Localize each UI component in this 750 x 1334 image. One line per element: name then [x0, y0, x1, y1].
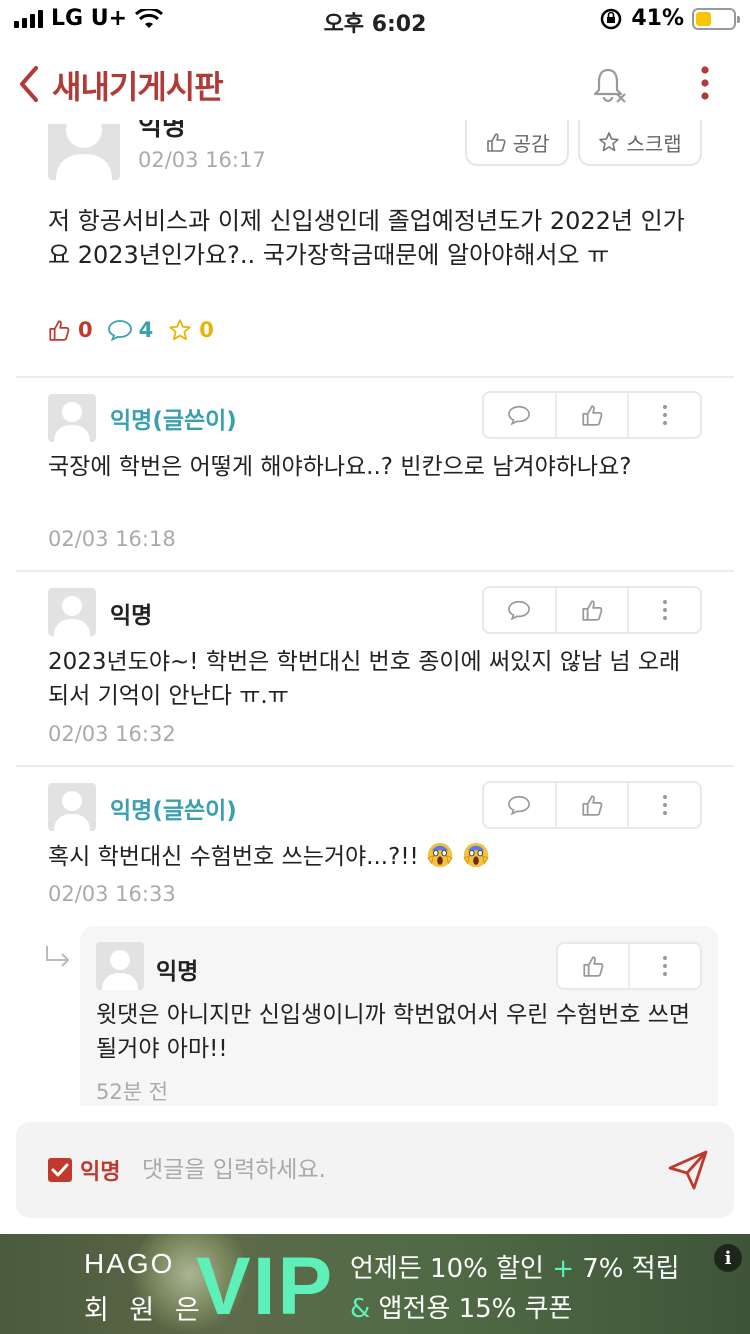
ad-banner[interactable]: HAGO 회 원 은 VIP 언제든 10% 할인 + 7% 적립 & 앱전용 … — [0, 1234, 750, 1334]
avatar — [48, 394, 96, 442]
post-body: 저 항공서비스과 이제 신입생인데 졸업예정년도가 2022년 인가요 2023… — [48, 207, 685, 269]
divider — [16, 376, 734, 378]
speech-bubble-icon — [508, 405, 531, 426]
rotation-lock-icon — [601, 8, 622, 29]
vertical-dots-icon — [662, 405, 667, 425]
thumbs-up-icon — [486, 133, 506, 152]
comment-author-name: 익명 — [110, 603, 153, 629]
comment-time: 02/03 16:33 — [48, 882, 176, 906]
scrap-count: 0 — [167, 318, 214, 342]
comment-input[interactable] — [142, 1146, 662, 1194]
comment-like-button[interactable] — [554, 393, 628, 437]
reply-actions — [556, 942, 702, 990]
battery-percent: 41% — [631, 6, 684, 31]
thumbs-up-icon — [582, 405, 603, 426]
comment-author-name: 익명(글쓴이) — [110, 408, 237, 434]
avatar — [96, 942, 144, 990]
reply-arrow-icon — [46, 946, 69, 967]
comment-time: 02/03 16:18 — [48, 527, 176, 551]
post: 익명 02/03 16:17 공감 스크랩 저 항공서비스과 이제 신입생인데 … — [0, 120, 750, 378]
ad-line-2: & 앱전용 15% 쿠폰 — [350, 1294, 573, 1324]
star-icon — [599, 132, 620, 152]
reply-text: 윗댓은 아니지만 신입생이니까 학번없어서 우린 수험번호 쓰면될거야 아마!! — [96, 1002, 691, 1062]
comment-more-button[interactable] — [627, 588, 700, 632]
ad-vip: VIP — [196, 1241, 335, 1332]
reply-button[interactable] — [484, 783, 555, 827]
comment-more-button[interactable] — [627, 393, 700, 437]
speech-bubble-icon — [107, 320, 132, 342]
reply-author-name: 익명 — [156, 959, 199, 985]
vertical-dots-icon — [662, 795, 667, 815]
vertical-dots-icon — [663, 956, 667, 976]
comment-actions — [482, 781, 702, 829]
divider — [16, 765, 734, 767]
comment-count: 4 — [107, 318, 153, 342]
comment-like-button[interactable] — [554, 783, 628, 827]
thumbs-up-icon — [583, 956, 604, 977]
reply-like-button[interactable] — [558, 944, 628, 988]
comment-text: 혹시 학번대신 수험번호 쓰는거야...?!! — [48, 844, 419, 870]
thumbs-up-icon — [582, 795, 603, 816]
comment-input-bar: 익명 — [16, 1122, 734, 1218]
star-icon — [169, 319, 191, 341]
notification-off-bell-icon[interactable] — [590, 64, 630, 104]
ad-member-label: 회 원 은 — [84, 1295, 206, 1326]
post-author-avatar — [48, 124, 120, 180]
app-header: 새내기게시판 — [0, 52, 750, 116]
comment-author-name: 익명(글쓴이) — [110, 798, 237, 824]
reply-more-button[interactable] — [628, 944, 700, 988]
divider — [16, 570, 734, 572]
check-icon — [51, 1163, 69, 1177]
page-title: 새내기게시판 — [52, 68, 224, 106]
like-label: 공감 — [512, 131, 550, 156]
battery-level — [696, 11, 711, 26]
anonymous-label[interactable]: 익명 — [80, 1154, 120, 1186]
reply-time: 52분 전 — [96, 1080, 169, 1104]
comment-actions — [482, 586, 702, 634]
ad-line-1: 언제든 10% 할인 + 7% 적립 — [350, 1254, 680, 1284]
speech-bubble-icon — [508, 600, 531, 621]
like-button[interactable]: 공감 — [465, 120, 569, 166]
back-button[interactable] — [14, 62, 46, 106]
comment-more-button[interactable] — [627, 783, 700, 827]
post-date: 02/03 16:17 — [138, 148, 266, 172]
reply-button[interactable] — [484, 588, 555, 632]
more-menu-icon[interactable] — [690, 64, 720, 104]
comment-text-row: 혹시 학번대신 수험번호 쓰는거야...?!! — [48, 840, 688, 874]
scream-emoji-icon — [463, 842, 489, 868]
avatar — [48, 588, 96, 636]
scream-emoji-icon — [427, 842, 453, 868]
reply-button[interactable] — [484, 393, 555, 437]
comment-actions — [482, 391, 702, 439]
ad-brand: HAGO — [84, 1248, 175, 1279]
ad-info-icon[interactable]: i — [714, 1244, 742, 1272]
comment-text: 2023년도야~! 학번은 학번대신 번호 종이에 써있지 않남 넘 오래되서 … — [48, 649, 681, 709]
post-stats: 0 4 0 — [46, 318, 214, 342]
speech-bubble-icon — [508, 795, 531, 816]
status-bar: LG U+ 오후 6:02 41% — [0, 0, 750, 42]
comment-time: 02/03 16:32 — [48, 722, 176, 746]
post-author-name: 익명 — [138, 120, 186, 142]
scrap-label: 스크랩 — [626, 131, 682, 156]
comment-like-button[interactable] — [554, 588, 628, 632]
send-button[interactable] — [664, 1146, 712, 1194]
thumbs-up-icon — [49, 320, 70, 341]
scrap-button[interactable]: 스크랩 — [578, 120, 702, 166]
avatar — [48, 783, 96, 831]
thumbs-up-icon — [582, 600, 603, 621]
like-count: 0 — [46, 318, 93, 342]
anonymous-checkbox[interactable] — [48, 1158, 72, 1182]
battery-icon — [692, 7, 740, 30]
comment-text: 국장에 학번은 어떻게 해야하나요..? 빈칸으로 남겨야하나요? — [48, 454, 632, 480]
vertical-dots-icon — [662, 600, 667, 620]
